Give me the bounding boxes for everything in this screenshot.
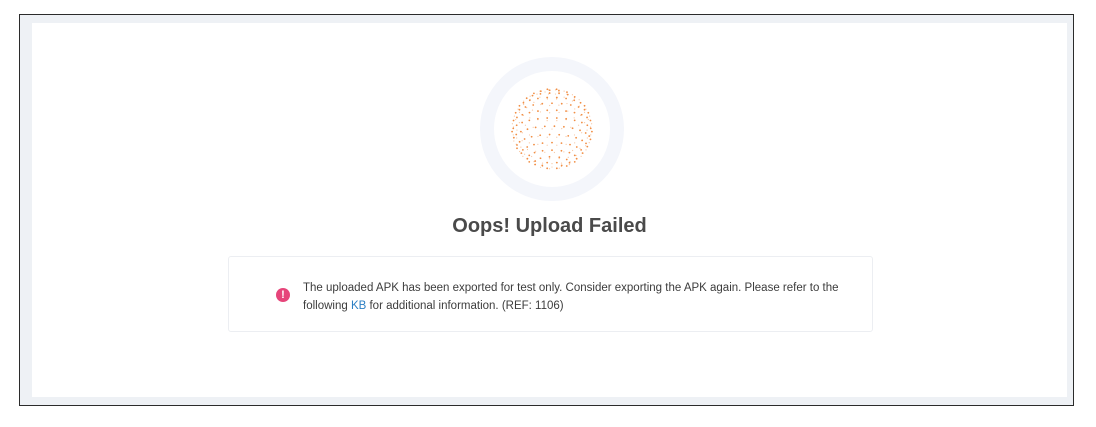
page-title: Oops! Upload Failed xyxy=(452,215,647,237)
error-message: The uploaded APK has been exported for t… xyxy=(303,279,848,315)
exclamation-circle-icon: ! xyxy=(276,288,290,302)
page-frame: Oops! Upload Failed ! The uploaded APK h… xyxy=(19,14,1074,406)
content-panel: Oops! Upload Failed ! The uploaded APK h… xyxy=(32,23,1067,397)
error-message-box: ! The uploaded APK has been exported for… xyxy=(228,256,873,332)
globe-illustration xyxy=(480,57,624,201)
dotted-globe-icon xyxy=(511,88,593,170)
error-message-text-after: for additional information. (REF: 1106) xyxy=(366,300,564,312)
kb-link[interactable]: KB xyxy=(351,300,366,312)
